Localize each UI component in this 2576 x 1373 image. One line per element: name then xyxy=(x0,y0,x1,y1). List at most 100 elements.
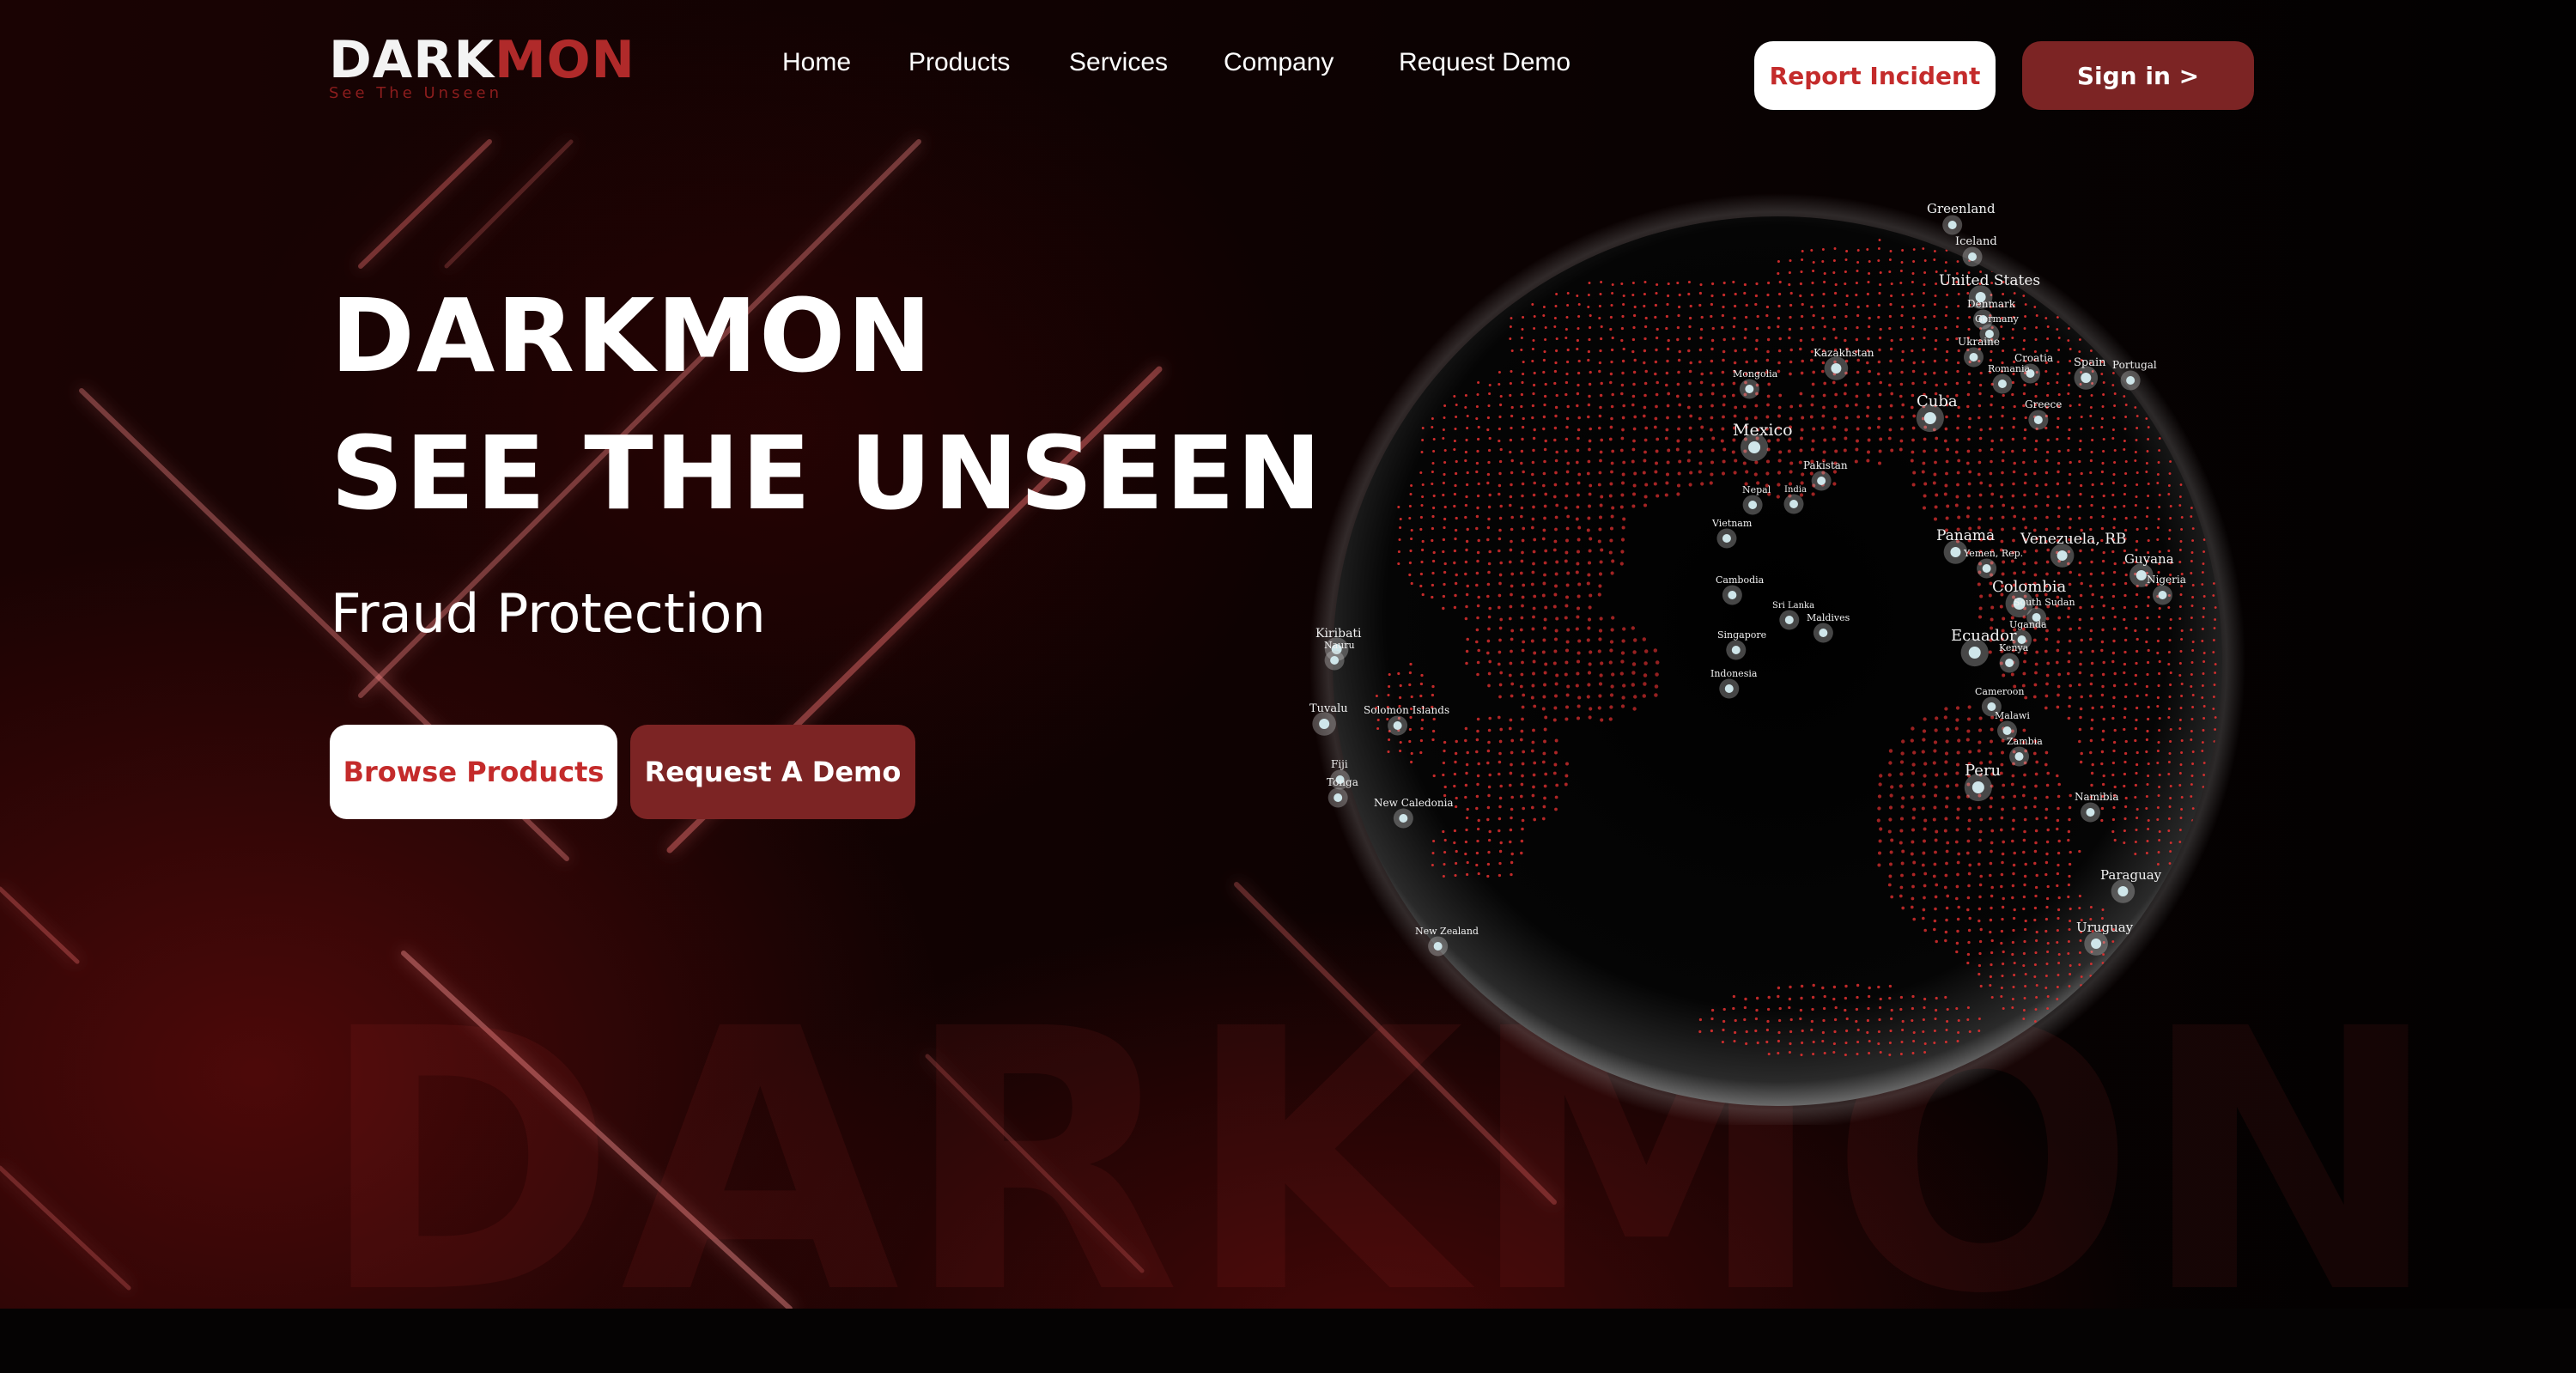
location-marker[interactable] xyxy=(1819,629,1828,637)
location-marker[interactable] xyxy=(1724,684,1734,693)
land-dot xyxy=(1923,1051,1927,1054)
land-dot xyxy=(1955,325,1959,329)
brand-logo[interactable]: DARKMON See The Unseen xyxy=(329,33,635,102)
land-dot xyxy=(1945,861,1948,866)
location-marker[interactable] xyxy=(2117,886,2129,896)
land-dot xyxy=(2022,1009,2026,1012)
location-marker[interactable] xyxy=(2057,550,2068,561)
location-marker[interactable] xyxy=(2158,591,2167,599)
land-dot xyxy=(1486,594,1490,598)
land-dot xyxy=(1508,560,1512,564)
land-dot xyxy=(1598,629,1603,633)
land-dot xyxy=(2067,392,2070,396)
location-marker[interactable] xyxy=(2033,416,2043,424)
land-dot xyxy=(2156,806,2160,809)
request-demo-button[interactable]: Request A Demo xyxy=(630,725,915,819)
location-marker[interactable] xyxy=(1789,500,1798,508)
location-marker[interactable] xyxy=(1748,501,1758,509)
location-marker[interactable] xyxy=(1393,721,1402,730)
nav-link-services[interactable]: Services xyxy=(1069,48,1168,77)
location-marker[interactable] xyxy=(1982,564,1991,573)
browse-products-button[interactable]: Browse Products xyxy=(330,725,617,819)
location-marker[interactable] xyxy=(1831,363,1842,374)
land-dot xyxy=(1990,995,1994,999)
location-marker[interactable] xyxy=(1334,793,1343,802)
nav-link-home[interactable]: Home xyxy=(782,48,851,77)
location-marker[interactable] xyxy=(1968,647,1981,659)
land-dot xyxy=(2024,416,2027,420)
land-dot xyxy=(1453,829,1457,833)
land-dot xyxy=(2111,651,2116,655)
location-marker[interactable] xyxy=(1968,252,1978,261)
land-dot xyxy=(1519,794,1523,799)
land-dot xyxy=(1588,504,1591,508)
location-marker[interactable] xyxy=(1950,547,1961,557)
location-marker[interactable] xyxy=(1745,385,1754,393)
location-marker[interactable] xyxy=(1969,353,1978,361)
location-marker[interactable] xyxy=(1971,781,1984,793)
location-marker[interactable] xyxy=(1319,719,1330,729)
land-dot xyxy=(1922,851,1926,855)
report-incident-button[interactable]: Report Incident xyxy=(1754,41,1996,110)
location-marker[interactable] xyxy=(2081,373,2092,383)
location-marker[interactable] xyxy=(1817,477,1826,485)
land-dot xyxy=(1654,684,1659,689)
nav-link-company[interactable]: Company xyxy=(1224,48,1334,77)
land-dot xyxy=(1911,292,1914,296)
location-marker[interactable] xyxy=(1748,441,1761,453)
land-dot xyxy=(1700,372,1704,376)
land-dot xyxy=(1544,439,1547,443)
land-dot xyxy=(1935,436,1939,440)
land-dot xyxy=(1442,594,1446,598)
world-globe[interactable]: GreenlandIcelandUnited StatesDenmarkGerm… xyxy=(1305,180,2250,1125)
nav-link-products[interactable]: Products xyxy=(908,48,1010,77)
land-dot xyxy=(1510,317,1513,319)
land-dot xyxy=(1408,516,1412,520)
land-dot xyxy=(1589,325,1592,330)
land-dot xyxy=(2034,1008,2038,1011)
land-dot xyxy=(2190,629,2193,631)
land-dot xyxy=(1787,449,1791,453)
land-dot xyxy=(1978,850,1982,854)
location-marker[interactable] xyxy=(2014,752,2024,761)
location-marker[interactable] xyxy=(1731,646,1741,654)
land-dot xyxy=(1777,1030,1781,1035)
land-dot xyxy=(1890,1008,1893,1012)
land-dot xyxy=(2112,570,2117,574)
location-marker[interactable] xyxy=(2002,726,2012,735)
land-dot xyxy=(1555,393,1558,398)
location-marker[interactable] xyxy=(2126,376,2136,385)
land-dot xyxy=(1488,436,1492,440)
location-marker[interactable] xyxy=(2086,808,2095,817)
land-dot xyxy=(1923,839,1926,843)
location-marker[interactable] xyxy=(1947,221,1957,229)
location-marker[interactable] xyxy=(1923,412,1936,424)
land-dot xyxy=(1599,560,1603,564)
location-marker[interactable] xyxy=(1784,616,1794,624)
land-dot xyxy=(1508,673,1512,677)
location-marker[interactable] xyxy=(2005,659,2014,667)
location-marker[interactable] xyxy=(1728,591,1737,599)
land-dot xyxy=(1611,291,1614,295)
land-dot xyxy=(2112,627,2117,631)
land-dot xyxy=(1656,494,1660,498)
land-dot xyxy=(1643,661,1648,665)
nav-link-request-demo[interactable]: Request Demo xyxy=(1399,48,1571,77)
location-marker[interactable] xyxy=(1433,942,1443,951)
land-dot xyxy=(1912,807,1917,811)
location-marker[interactable] xyxy=(1330,656,1340,665)
land-dot xyxy=(2035,939,2038,943)
sign-in-button[interactable]: Sign in > xyxy=(2022,41,2254,110)
land-dot xyxy=(2069,360,2072,362)
location-marker[interactable] xyxy=(1399,814,1408,823)
land-dot xyxy=(1911,325,1915,329)
land-dot xyxy=(2090,771,2094,775)
land-dot xyxy=(1944,427,1948,431)
location-marker[interactable] xyxy=(2136,570,2147,580)
location-marker[interactable] xyxy=(1722,534,1731,543)
location-marker[interactable] xyxy=(2091,939,2102,949)
location-marker[interactable] xyxy=(1997,380,2007,388)
land-dot xyxy=(1734,405,1738,410)
land-dot xyxy=(1911,994,1915,999)
land-dot xyxy=(1922,247,1925,250)
